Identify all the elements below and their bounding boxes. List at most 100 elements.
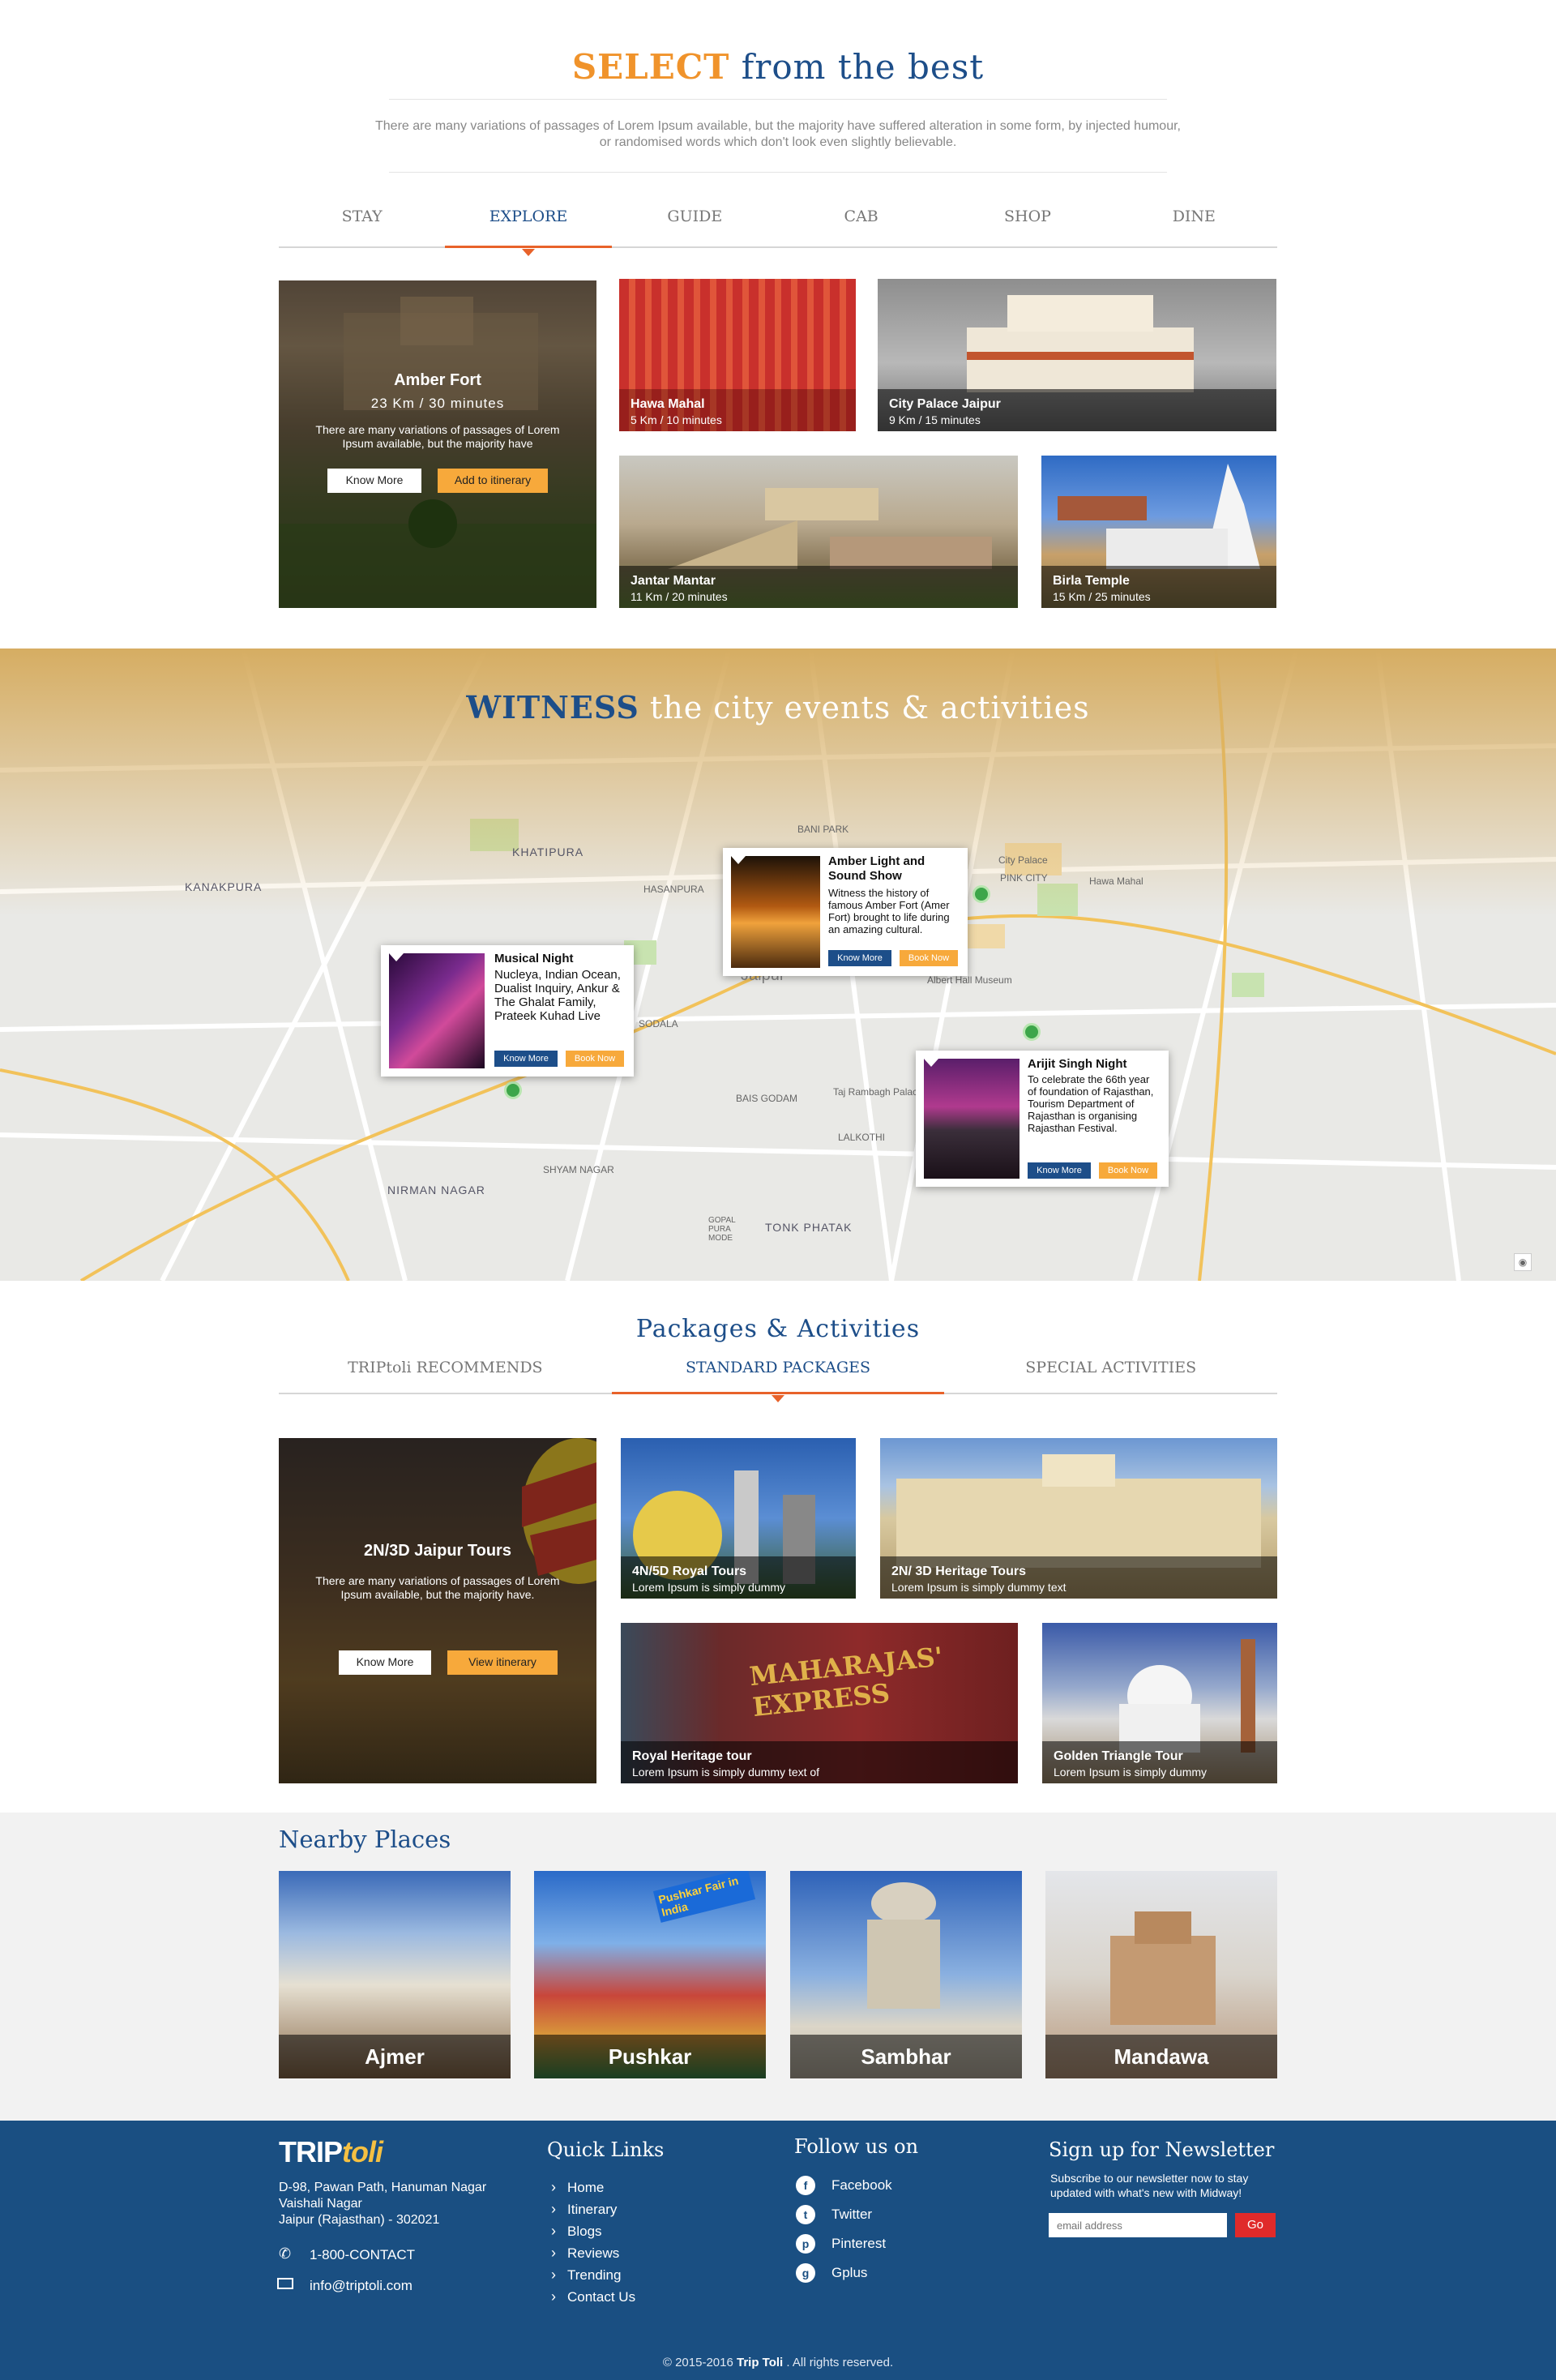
card-royal-tours[interactable]: 4N/5D Royal Tours Lorem Ipsum is simply … <box>621 1438 856 1599</box>
featured-card-amber-fort[interactable]: Amber Fort 23 Km / 30 minutes There are … <box>279 280 596 608</box>
copyright-year: © 2015-2016 <box>662 2356 737 2369</box>
place-card-mandawa[interactable]: Mandawa <box>1045 1871 1277 2078</box>
map-label: SODALA <box>639 1018 678 1029</box>
tab-special-activities[interactable]: SPECIAL ACTIVITIES <box>944 1347 1277 1393</box>
event-desc: Nucleya, Indian Ocean, Dualist Inquiry, … <box>494 968 621 1023</box>
event-photo <box>389 953 485 1068</box>
select-section: SELECT from the best There are many vari… <box>0 0 1556 649</box>
know-more-button[interactable]: Know More <box>339 1650 431 1675</box>
featured-overlay: 2N/3D Jaipur Tours There are many variat… <box>279 1438 596 1783</box>
book-now-button[interactable]: Book Now <box>566 1051 624 1067</box>
tab-shop[interactable]: SHOP <box>944 196 1110 246</box>
newsletter-email-input[interactable] <box>1049 2213 1227 2237</box>
social-facebook[interactable]: Facebook <box>831 2177 892 2194</box>
place-name: Pushkar <box>534 2035 766 2078</box>
tab-dine[interactable]: DINE <box>1111 196 1277 246</box>
gplus-icon[interactable]: g <box>796 2263 815 2283</box>
select-heading: SELECT from the best <box>0 47 1556 87</box>
event-pin[interactable] <box>1023 1023 1041 1041</box>
phone-number[interactable]: 1-800-CONTACT <box>310 2247 415 2263</box>
map-label: HASANPURA <box>643 884 704 895</box>
map-zoom-control[interactable]: ◉ <box>1514 1253 1532 1271</box>
card-title: Jantar Mantar <box>631 574 716 588</box>
footer-link-reviews[interactable]: Reviews <box>551 2245 619 2262</box>
know-more-button[interactable]: Know More <box>327 469 421 493</box>
card-hawa-mahal[interactable]: Hawa Mahal 5 Km / 10 minutes <box>619 279 856 431</box>
newsletter-go-button[interactable]: Go <box>1235 2213 1276 2237</box>
event-pin[interactable] <box>972 885 990 903</box>
social-twitter[interactable]: Twitter <box>831 2207 872 2223</box>
heading-rest: the city events & activities <box>639 690 1090 726</box>
featured-title: 2N/3D Jaipur Tours <box>364 1542 511 1560</box>
map-label: GOPAL PURA MODE <box>708 1216 736 1243</box>
card-title: Golden Triangle Tour <box>1054 1749 1183 1763</box>
phone-icon: ✆ <box>279 2245 292 2262</box>
witness-heading: WITNESS the city events & activities <box>0 689 1556 726</box>
tab-triptoli-recommends[interactable]: TRIPtoli RECOMMENDS <box>279 1347 612 1393</box>
packages-section: Packages & Activities TRIPtoli RECOMMEND… <box>0 1281 1556 1813</box>
place-card-ajmer[interactable]: Ajmer <box>279 1871 511 2078</box>
map-label: Albert Hall Museum <box>927 974 1012 986</box>
facebook-icon[interactable]: f <box>796 2176 815 2195</box>
email-link[interactable]: info@triptoli.com <box>310 2278 413 2294</box>
tab-guide[interactable]: GUIDE <box>612 196 778 246</box>
divider <box>389 172 1167 173</box>
place-name: Sambhar <box>790 2035 1022 2078</box>
footer-link-itinerary[interactable]: Itinerary <box>551 2201 617 2218</box>
event-title: Arijit Singh Night <box>1028 1057 1127 1071</box>
intro-text: There are many variations of passages of… <box>375 119 1181 149</box>
pinterest-icon[interactable]: p <box>796 2234 815 2254</box>
place-card-pushkar[interactable]: Pushkar Fair in India Pushkar <box>534 1871 766 2078</box>
copyright-brand: Trip Toli <box>737 2356 784 2369</box>
footer-link-trending[interactable]: Trending <box>551 2267 621 2284</box>
map-label: KANAKPURA <box>185 880 263 893</box>
view-itinerary-button[interactable]: View itinerary <box>447 1650 558 1675</box>
twitter-icon[interactable]: t <box>796 2205 815 2224</box>
book-now-button[interactable]: Book Now <box>1099 1162 1157 1179</box>
event-pin[interactable] <box>504 1081 522 1099</box>
map-label: Taj Rambagh Palace <box>833 1086 923 1098</box>
place-name: Ajmer <box>279 2035 511 2078</box>
logo-toli: toli <box>342 2135 383 2168</box>
featured-card-jaipur-tours[interactable]: 2N/3D Jaipur Tours There are many variat… <box>279 1438 596 1783</box>
card-birla-temple[interactable]: Birla Temple 15 Km / 25 minutes <box>1041 456 1276 608</box>
tab-stay[interactable]: STAY <box>279 196 445 246</box>
add-to-itinerary-button[interactable]: Add to itinerary <box>438 469 548 493</box>
map-label: TONK PHATAK <box>765 1221 853 1234</box>
map-label: BAIS GODAM <box>736 1093 798 1104</box>
book-now-button[interactable]: Book Now <box>900 950 958 966</box>
card-golden-triangle[interactable]: Golden Triangle Tour Lorem Ipsum is simp… <box>1042 1623 1277 1783</box>
event-popup-musical-night[interactable]: Musical Night Nucleya, Indian Ocean, Dua… <box>381 945 634 1077</box>
know-more-button[interactable]: Know More <box>828 950 891 966</box>
know-more-button[interactable]: Know More <box>1028 1162 1091 1179</box>
card-heritage-tours[interactable]: 2N/ 3D Heritage Tours Lorem Ipsum is sim… <box>880 1438 1277 1599</box>
copyright-rights: . All rights reserved. <box>783 2356 894 2369</box>
footer-link-home[interactable]: Home <box>551 2179 604 2196</box>
tab-cab[interactable]: CAB <box>778 196 944 246</box>
tab-standard-packages[interactable]: STANDARD PACKAGES <box>611 1347 945 1402</box>
card-caption: Golden Triangle Tour Lorem Ipsum is simp… <box>1042 1741 1277 1783</box>
card-royal-heritage-tour[interactable]: MAHARAJAS' EXPRESS Royal Heritage tour L… <box>621 1623 1018 1783</box>
tab-explore[interactable]: EXPLORE <box>445 196 612 256</box>
know-more-button[interactable]: Know More <box>494 1051 558 1067</box>
event-popup-arijit-singh[interactable]: Arijit Singh Night To celebrate the 66th… <box>916 1051 1169 1187</box>
card-caption: Birla Temple 15 Km / 25 minutes <box>1041 566 1276 608</box>
nearby-heading: Nearby Places <box>279 1826 451 1853</box>
event-popup-amber-light[interactable]: Amber Light and Sound Show Witness the h… <box>723 848 968 976</box>
map-label: KHATIPURA <box>512 845 584 858</box>
place-card-sambhar[interactable]: Sambhar <box>790 1871 1022 2078</box>
footer-link-blogs[interactable]: Blogs <box>551 2223 602 2240</box>
mail-icon <box>277 2278 293 2289</box>
social-gplus[interactable]: Gplus <box>831 2265 867 2281</box>
featured-desc: There are many variations of passages of… <box>315 423 560 450</box>
place-name: Mandawa <box>1045 2035 1277 2078</box>
footer-link-contact-us[interactable]: Contact Us <box>551 2288 635 2305</box>
card-title: Birla Temple <box>1053 574 1130 588</box>
card-jantar-mantar[interactable]: Jantar Mantar 11 Km / 20 minutes <box>619 456 1018 608</box>
card-city-palace[interactable]: City Palace Jaipur 9 Km / 15 minutes <box>878 279 1276 431</box>
events-map-section[interactable]: WITNESS the city events & activities KHA… <box>0 649 1556 1281</box>
footer-logo[interactable]: TRIPtoli <box>279 2135 383 2169</box>
map-label: City Palace <box>998 854 1048 866</box>
social-pinterest[interactable]: Pinterest <box>831 2236 886 2252</box>
map-label: BANI PARK <box>797 824 849 835</box>
